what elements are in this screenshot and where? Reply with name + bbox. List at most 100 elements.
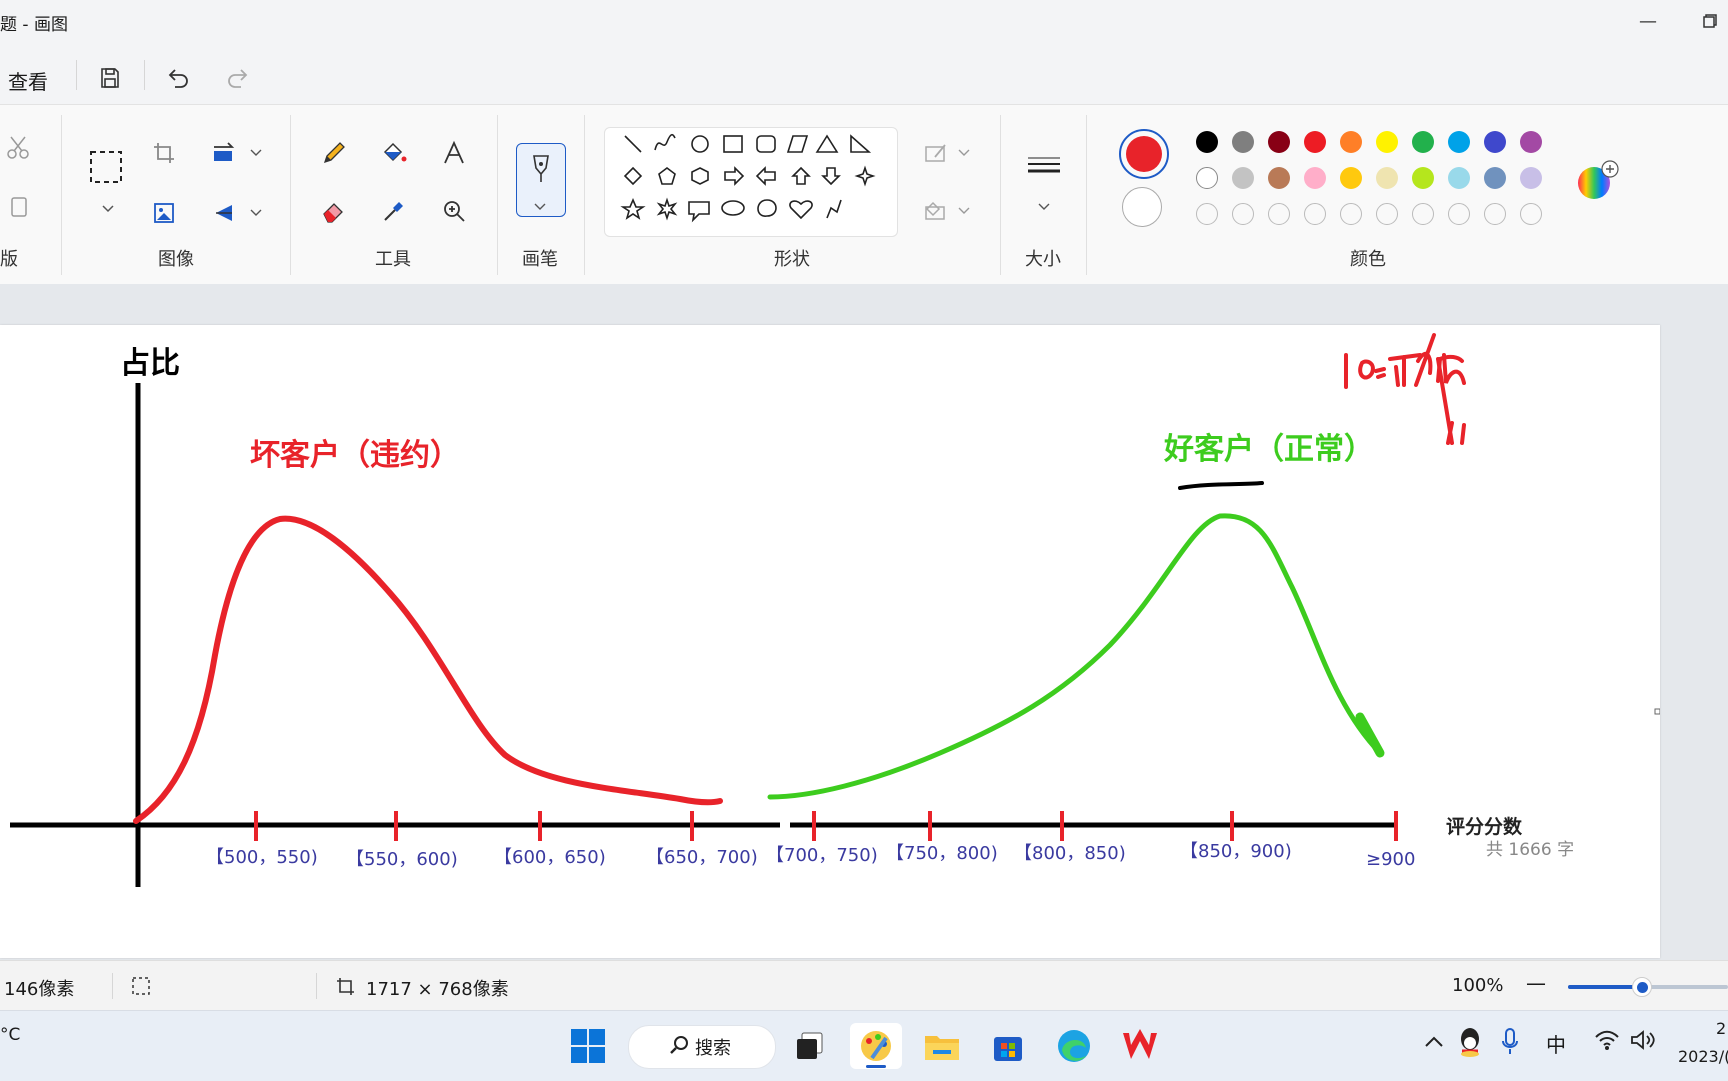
palette-swatch[interactable] [1232, 131, 1254, 153]
store-icon[interactable] [982, 1023, 1034, 1069]
group-label-colors: 颜色 [1350, 249, 1386, 270]
palette-swatch[interactable] [1340, 131, 1362, 153]
zoom-slider-thumb[interactable] [1632, 977, 1652, 997]
good-customer-curve [767, 513, 1383, 800]
stroke-size-icon[interactable] [1026, 149, 1062, 185]
resize-icon[interactable] [206, 135, 242, 171]
primary-color-swatch [1126, 136, 1162, 172]
pencil-icon[interactable] [316, 135, 352, 171]
custom-color-slot[interactable] [1520, 203, 1542, 225]
palette-swatch[interactable] [1304, 167, 1326, 189]
good-label-underline [1178, 481, 1264, 490]
size-dropdown-icon[interactable] [1026, 189, 1062, 225]
fill-icon[interactable] [376, 135, 412, 171]
palette-swatch[interactable] [1412, 167, 1434, 189]
flip-dropdown-icon[interactable] [238, 195, 274, 231]
undo-icon[interactable] [158, 58, 198, 98]
eraser-icon[interactable] [316, 193, 352, 229]
outline-dropdown-icon[interactable] [946, 135, 982, 171]
drawing-canvas[interactable]: 占比 坏客户（违约） 好客户（正常） 评分分数 共 1666 字 【500，55… [0, 325, 1661, 958]
group-label-tools: 工具 [375, 249, 411, 270]
palette-swatch[interactable] [1232, 167, 1254, 189]
palette-swatch[interactable] [1484, 167, 1506, 189]
magnifier-icon[interactable] [436, 193, 472, 229]
palette-swatch[interactable] [1376, 167, 1398, 189]
palette-swatch[interactable] [1448, 167, 1470, 189]
tick-label: 【500，550) [206, 847, 318, 868]
zoom-out-icon[interactable]: — [1526, 971, 1546, 995]
file-explorer-icon[interactable] [916, 1023, 968, 1069]
image-crop-icon[interactable] [146, 195, 182, 231]
clock-time: 2 [1716, 1019, 1727, 1038]
custom-color-slot[interactable] [1340, 203, 1362, 225]
title-bar: 题 - 画图 — [0, 0, 1728, 44]
bad-customer-label: 坏客户（违约） [250, 438, 460, 473]
primary-color-button[interactable] [1119, 129, 1169, 179]
select-dropdown-icon[interactable] [90, 191, 126, 227]
volume-icon[interactable] [1630, 1029, 1656, 1055]
copy-icon[interactable] [0, 189, 36, 225]
fill-style-dropdown-icon[interactable] [946, 193, 982, 229]
taskbar: °C 搜索 中 2 2023/( [0, 1010, 1728, 1081]
tick-label: 【650，700) [646, 847, 758, 868]
palette-swatch[interactable] [1268, 131, 1290, 153]
palette-swatch[interactable] [1340, 167, 1362, 189]
paint-app-icon[interactable] [850, 1023, 902, 1069]
custom-color-slot[interactable] [1448, 203, 1470, 225]
custom-color-slot[interactable] [1484, 203, 1506, 225]
flip-icon[interactable] [206, 195, 242, 231]
custom-color-slot[interactable] [1304, 203, 1326, 225]
edit-colors-icon[interactable] [1576, 159, 1620, 207]
bad-customer-curve [133, 515, 723, 824]
palette-swatch[interactable] [1484, 131, 1506, 153]
qq-icon[interactable] [1458, 1027, 1482, 1061]
redo-icon[interactable] [218, 58, 258, 98]
custom-color-slot[interactable] [1232, 203, 1254, 225]
edge-icon[interactable] [1048, 1023, 1100, 1069]
restore-icon[interactable] [1690, 6, 1728, 36]
brush-icon [528, 152, 554, 188]
input-method[interactable]: 中 [1546, 1029, 1566, 1058]
palette-swatch[interactable] [1520, 167, 1542, 189]
tick-label: 【750，800) [886, 843, 998, 864]
taskbar-search[interactable]: 搜索 [628, 1025, 776, 1069]
microphone-icon[interactable] [1500, 1027, 1520, 1059]
color-picker-icon[interactable] [376, 193, 412, 229]
custom-color-slot[interactable] [1376, 203, 1398, 225]
word-count: 共 1666 字 [1486, 840, 1574, 860]
palette-swatch[interactable] [1412, 131, 1434, 153]
select-icon[interactable] [84, 145, 128, 189]
minimize-icon[interactable]: — [1628, 6, 1668, 36]
palette-swatch[interactable] [1196, 167, 1218, 189]
wifi-icon[interactable] [1594, 1029, 1620, 1055]
palette-swatch[interactable] [1376, 131, 1398, 153]
tick-label: 【700，750) [766, 845, 878, 866]
menu-view[interactable]: 查看 [8, 66, 48, 95]
palette-swatch[interactable] [1448, 131, 1470, 153]
start-button[interactable] [562, 1023, 614, 1069]
text-icon[interactable] [436, 135, 472, 171]
resize-dropdown-icon[interactable] [238, 135, 274, 171]
custom-color-slot[interactable] [1268, 203, 1290, 225]
zoom-slider[interactable] [1568, 977, 1728, 997]
palette-swatch[interactable] [1520, 131, 1542, 153]
brush-button[interactable] [516, 143, 566, 217]
secondary-color-button[interactable] [1122, 187, 1162, 227]
palette-swatch[interactable] [1304, 131, 1326, 153]
weather-widget[interactable]: °C [0, 1025, 20, 1045]
menu-bar: 查看 [0, 44, 1728, 104]
palette-swatch[interactable] [1268, 167, 1290, 189]
task-view-icon[interactable] [784, 1023, 836, 1069]
custom-color-slot[interactable] [1196, 203, 1218, 225]
ribbon: 版 图像 工具 画笔 形状 大小 颜色 [0, 104, 1728, 286]
custom-color-slot[interactable] [1412, 203, 1434, 225]
shapes-gallery[interactable] [604, 127, 898, 237]
cut-icon[interactable] [0, 129, 36, 165]
save-icon[interactable] [90, 58, 130, 98]
crop-icon[interactable] [146, 135, 182, 171]
selection-size-icon [130, 975, 152, 1002]
palette-swatch[interactable] [1196, 131, 1218, 153]
show-hidden-icons[interactable] [1424, 1033, 1444, 1052]
x-axis-label: 评分分数 [1446, 815, 1523, 838]
wps-icon[interactable] [1114, 1023, 1166, 1069]
